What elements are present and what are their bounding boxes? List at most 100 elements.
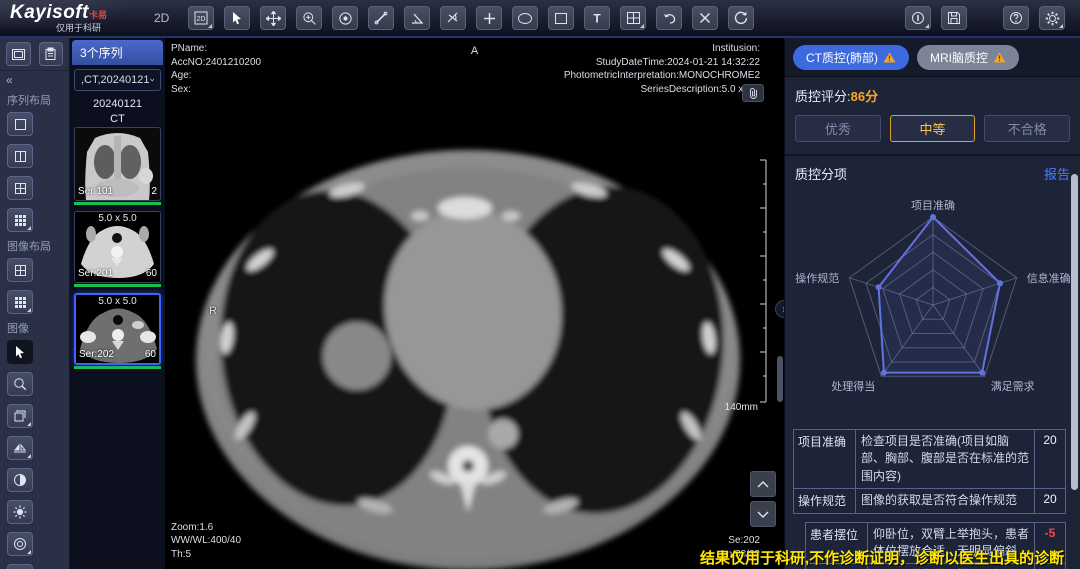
image-layout-3x3-button[interactable] xyxy=(7,290,33,314)
report-layout-button[interactable] xyxy=(6,42,31,66)
section-image-layout-label: 图像布局 xyxy=(0,235,69,255)
series-thumbnail-202-selected[interactable]: 5.0 x 5.0 Ser:202 60 xyxy=(74,293,161,369)
flip-icon xyxy=(13,442,27,454)
undo-icon xyxy=(662,12,677,25)
mode-2d-label: 2D xyxy=(154,11,169,25)
series-thumbnail-scout[interactable]: 20240121 CT Ser:101 2 xyxy=(74,97,161,205)
measure-angle-button[interactable] xyxy=(404,6,430,30)
angle-measure-icon xyxy=(410,11,424,25)
clipboard-button[interactable] xyxy=(39,42,64,66)
image-magnify-button[interactable] xyxy=(7,372,33,396)
ct-axial-chest-image xyxy=(165,38,784,569)
save-icon xyxy=(947,11,961,25)
rotate-image-icon xyxy=(13,409,27,423)
target-rings-icon xyxy=(13,537,27,551)
attachment-button[interactable] xyxy=(742,84,764,102)
delete-annotation-button[interactable] xyxy=(692,6,718,30)
scroll-down-button[interactable] xyxy=(750,501,776,527)
section-image-label: 图像 xyxy=(0,317,69,337)
image-grid-button[interactable] xyxy=(620,6,646,30)
measure-cobb-button[interactable] xyxy=(440,6,466,30)
reset-button[interactable] xyxy=(728,6,754,30)
criteria-description: 图像的获取是否符合操作规范 xyxy=(856,489,1035,512)
qc-score-label: 质控评分: xyxy=(795,89,851,104)
thumb-progress-bar xyxy=(74,366,161,369)
cross-marker-button[interactable] xyxy=(476,6,502,30)
image-invert-button[interactable] xyxy=(7,468,33,492)
layout-panel-icon xyxy=(11,48,26,61)
report-link[interactable]: 报告 xyxy=(1044,164,1070,183)
sidebar-collapse-arrow[interactable]: « xyxy=(0,71,69,89)
radar-axis-label: 信息准确 xyxy=(1027,271,1071,285)
app-window: Kayisoft卡易 仅用于科研 2D 2D xyxy=(0,0,1080,569)
invert-contrast-icon xyxy=(13,473,27,487)
qc-tab-bar: CT质控(肺部) MRI脑质控 xyxy=(785,38,1080,77)
quality-control-panel: CT质控(肺部) MRI脑质控 质控评分:86分 优秀 中等 不合格 质控分项 … xyxy=(784,38,1080,569)
image-target-button[interactable] xyxy=(7,532,33,556)
tab-label: CT质控(肺部) xyxy=(806,49,878,66)
window-level-icon xyxy=(338,11,353,26)
thumb-series-number: Ser:202 xyxy=(79,349,114,360)
tab-ct-qc[interactable]: CT质控(肺部) xyxy=(793,45,909,70)
scale-ruler xyxy=(758,158,768,404)
series-layout-2x2-button[interactable] xyxy=(7,176,33,200)
help-button[interactable] xyxy=(1003,6,1029,30)
pan-icon xyxy=(266,11,281,26)
table-row: 项目准确检查项目是否准确(项目如脑部、胸部、腹部是否在标准的范围内容)20 xyxy=(794,430,1065,489)
text-annotation-button[interactable]: T xyxy=(584,6,610,30)
measure-length-button[interactable] xyxy=(368,6,394,30)
image-layout-2x2-button[interactable] xyxy=(7,258,33,282)
image-grid-icon xyxy=(626,11,641,25)
image-cursor-button[interactable] xyxy=(7,340,33,364)
viewer-scrollbar-thumb[interactable] xyxy=(777,356,783,402)
orientation-marker-right: R xyxy=(209,304,217,319)
series-thumbnail-201[interactable]: 5.0 x 5.0 Ser:201 60 xyxy=(74,211,161,287)
radar-axis-label: 处理得当 xyxy=(831,379,875,393)
layout-2d-button[interactable]: 2D xyxy=(188,6,214,30)
series-layout-3x3-button[interactable] xyxy=(7,208,33,232)
series-layout-1x1-button[interactable] xyxy=(7,112,33,136)
info-button[interactable] xyxy=(905,6,931,30)
img-layout-2x2-icon xyxy=(14,264,27,277)
thumb-slice-label: 5.0 x 5.0 xyxy=(76,296,159,307)
img-layout-3x3-icon xyxy=(14,296,27,309)
image-flip-button[interactable] xyxy=(7,436,33,460)
delete-x-icon xyxy=(699,12,711,24)
ruler-length-label: 140mm xyxy=(725,402,758,413)
scroll-up-button[interactable] xyxy=(750,471,776,497)
series-dropdown[interactable]: ,CT,20240121 xyxy=(74,69,161,91)
chevron-down-icon xyxy=(150,77,155,83)
criteria-name: 操作规范 xyxy=(794,489,856,512)
image-cine-play-button[interactable] xyxy=(7,564,33,569)
qc-panel-scrollbar-thumb[interactable] xyxy=(1071,174,1078,490)
grade-excellent-button[interactable]: 优秀 xyxy=(795,115,881,142)
rectangle-icon xyxy=(554,12,568,25)
research-disclaimer-marquee: 结果仅用于科研,不作诊断证明，诊断以医生出具的诊断 xyxy=(700,547,1064,568)
grade-medium-button[interactable]: 中等 xyxy=(890,115,976,142)
thumb-progress-bar xyxy=(74,202,161,205)
cursor-icon xyxy=(230,11,244,25)
warning-icon xyxy=(883,52,896,63)
cursor-tool-button[interactable] xyxy=(224,6,250,30)
grade-fail-button[interactable]: 不合格 xyxy=(984,115,1070,142)
layout-1x1-icon xyxy=(14,118,27,131)
tab-mri-qc[interactable]: MRI脑质控 xyxy=(917,45,1019,70)
left-tool-sidebar: « 序列布局 图像布局 图像 其他工具 xyxy=(0,38,70,569)
main-ct-viewport[interactable]: PName: AccNO:2401210200 Age: Sex: Instit… xyxy=(165,38,784,569)
image-brightness-button[interactable] xyxy=(7,500,33,524)
cursor-icon xyxy=(13,345,27,359)
zoom-tool-button[interactable] xyxy=(296,6,322,30)
series-layout-1x2-button[interactable] xyxy=(7,144,33,168)
svg-text:2D: 2D xyxy=(197,16,206,23)
layout-1x2-icon xyxy=(14,150,27,163)
save-button[interactable] xyxy=(941,6,967,30)
gear-icon xyxy=(1045,11,1060,26)
settings-button[interactable] xyxy=(1039,6,1065,30)
window-level-button[interactable] xyxy=(332,6,358,30)
ellipse-annotation-button[interactable] xyxy=(512,6,538,30)
pan-tool-button[interactable] xyxy=(260,6,286,30)
image-rotate-button[interactable] xyxy=(7,404,33,428)
undo-button[interactable] xyxy=(656,6,682,30)
criteria-description: 检查项目是否准确(项目如脑部、胸部、腹部是否在标准的范围内容) xyxy=(856,430,1035,488)
rect-annotation-button[interactable] xyxy=(548,6,574,30)
